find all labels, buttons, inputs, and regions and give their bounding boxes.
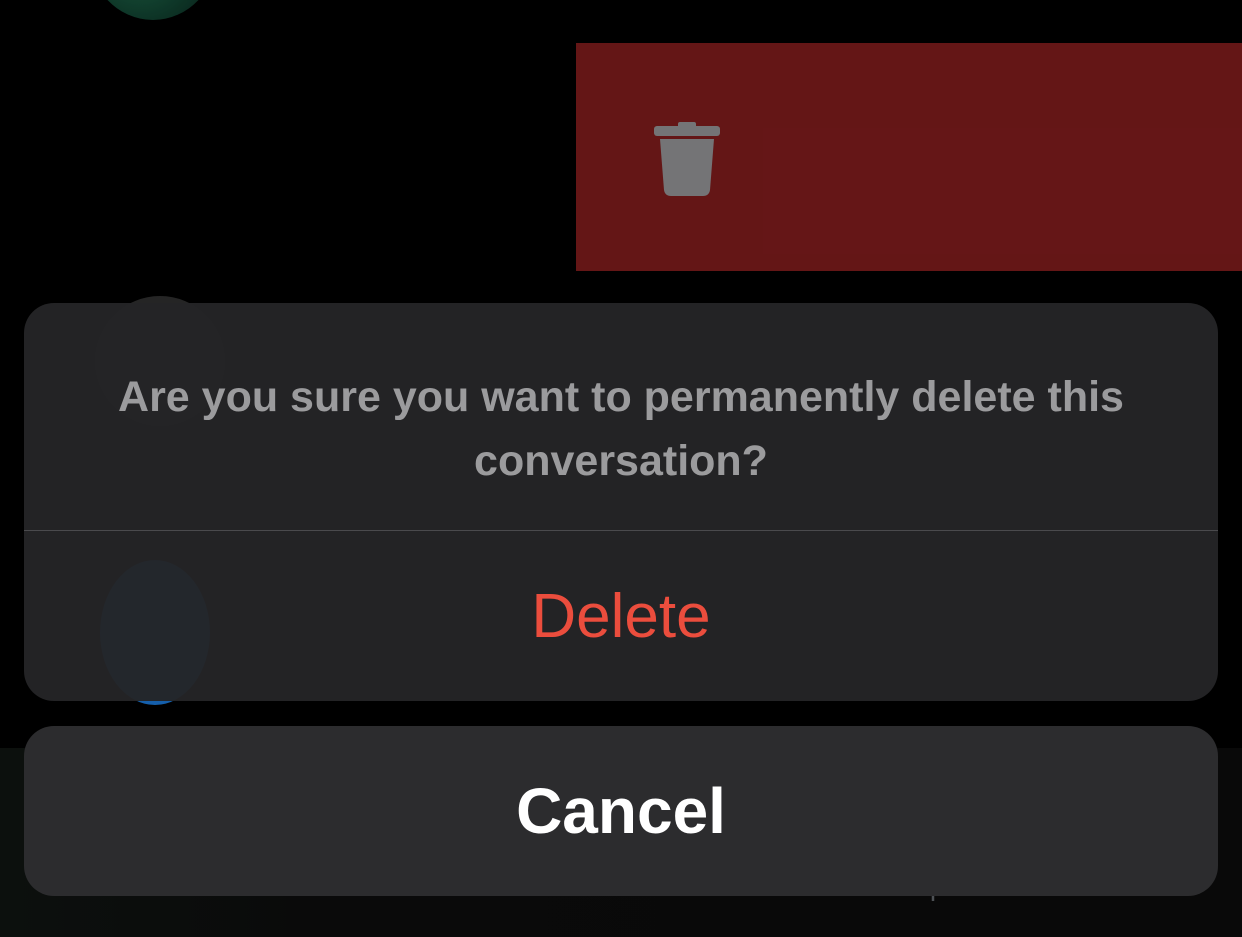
delete-button[interactable]: Delete bbox=[24, 531, 1218, 701]
action-sheet: Are you sure you want to permanently del… bbox=[24, 303, 1218, 701]
app-screen: Chats People Are you sure you want to pe… bbox=[0, 0, 1242, 937]
cancel-button[interactable]: Cancel bbox=[24, 726, 1218, 896]
action-sheet-message: Are you sure you want to permanently del… bbox=[118, 372, 1124, 485]
